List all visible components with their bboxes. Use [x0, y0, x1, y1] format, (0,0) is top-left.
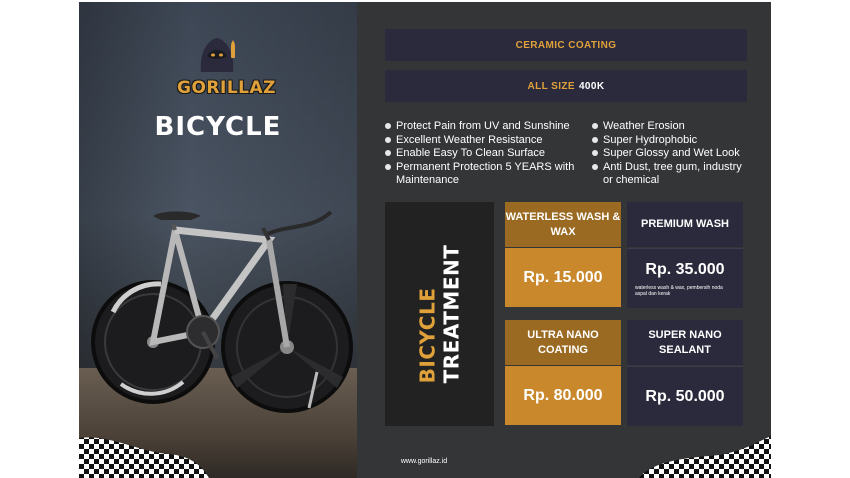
feature-item: Super Glossy and Wet Look	[592, 147, 752, 161]
poster: GORILLAZ BICYCLE CERAMIC COATING ALL SIZ…	[79, 2, 771, 478]
service-price-box: Rp. 50.000	[627, 366, 743, 426]
feature-item: Weather Erosion	[592, 120, 752, 134]
feature-item: Super Hydrophobic	[592, 134, 752, 148]
feature-item: Anti Dust, tree gum, industry or chemica…	[592, 161, 752, 188]
treatment-word-bicycle: BICYCLE	[415, 287, 440, 384]
service-price: Rp. 80.000	[523, 386, 603, 404]
service-card-super-nano: SUPER NANO SEALANT Rp. 50.000	[627, 320, 743, 426]
ceramic-coating-bar: CERAMIC COATING	[385, 29, 747, 61]
treatment-panel: BICYCLE TREATMENT	[385, 202, 494, 426]
checkered-flag-icon	[639, 436, 771, 478]
service-price-box: Rp. 35.000 waterless wash & wax, pembers…	[627, 248, 743, 308]
page-title: BICYCLE	[154, 112, 282, 142]
treatment-word-treatment: TREATMENT	[439, 244, 464, 384]
service-name: WATERLESS WASH & WAX	[505, 202, 621, 247]
service-card-ultra-nano: ULTRA NANO COATING Rp. 80.000	[505, 320, 621, 425]
service-name: PREMIUM WASH	[627, 202, 743, 247]
service-price: Rp. 15.000	[523, 268, 603, 286]
service-note: waterless wash & wax, pembersih noda asp…	[635, 284, 723, 297]
features-list-right: Weather Erosion Super Hydrophobic Super …	[592, 120, 752, 188]
gorilla-logo-icon	[200, 38, 235, 72]
bicycle-photo-panel: GORILLAZ BICYCLE	[79, 2, 357, 478]
brand-name: GORILLAZ	[177, 78, 276, 98]
website-link[interactable]: www.gorillaz.id	[359, 458, 489, 465]
feature-item: Permanent Protection 5 YEARS with Mainte…	[385, 161, 590, 188]
service-name: SUPER NANO SEALANT	[627, 320, 743, 365]
checkered-flag-icon	[79, 437, 209, 478]
service-card-premium: PREMIUM WASH Rp. 35.000 waterless wash &…	[627, 202, 743, 308]
service-price-box: Rp. 80.000	[505, 366, 621, 425]
service-card-waterless: WATERLESS WASH & WAX Rp. 15.000	[505, 202, 621, 307]
ceramic-coating-label: CERAMIC COATING	[515, 39, 617, 51]
feature-item: Excellent Weather Resistance	[385, 134, 590, 148]
all-size-bar: ALL SIZE 400K	[385, 70, 747, 102]
size-label: ALL SIZE	[527, 80, 575, 92]
service-price: Rp. 35.000	[645, 260, 725, 278]
features-list-left: Protect Pain from UV and Sunshine Excell…	[385, 120, 590, 188]
service-name: ULTRA NANO COATING	[505, 320, 621, 365]
treatment-label: BICYCLE TREATMENT	[385, 202, 494, 426]
feature-item: Protect Pain from UV and Sunshine	[385, 120, 590, 134]
feature-item: Enable Easy To Clean Surface	[385, 147, 590, 161]
service-price-box: Rp. 15.000	[505, 248, 621, 307]
size-price: 400K	[578, 80, 605, 92]
service-price: Rp. 50.000	[645, 387, 725, 405]
bicycle-illustration	[91, 210, 353, 413]
